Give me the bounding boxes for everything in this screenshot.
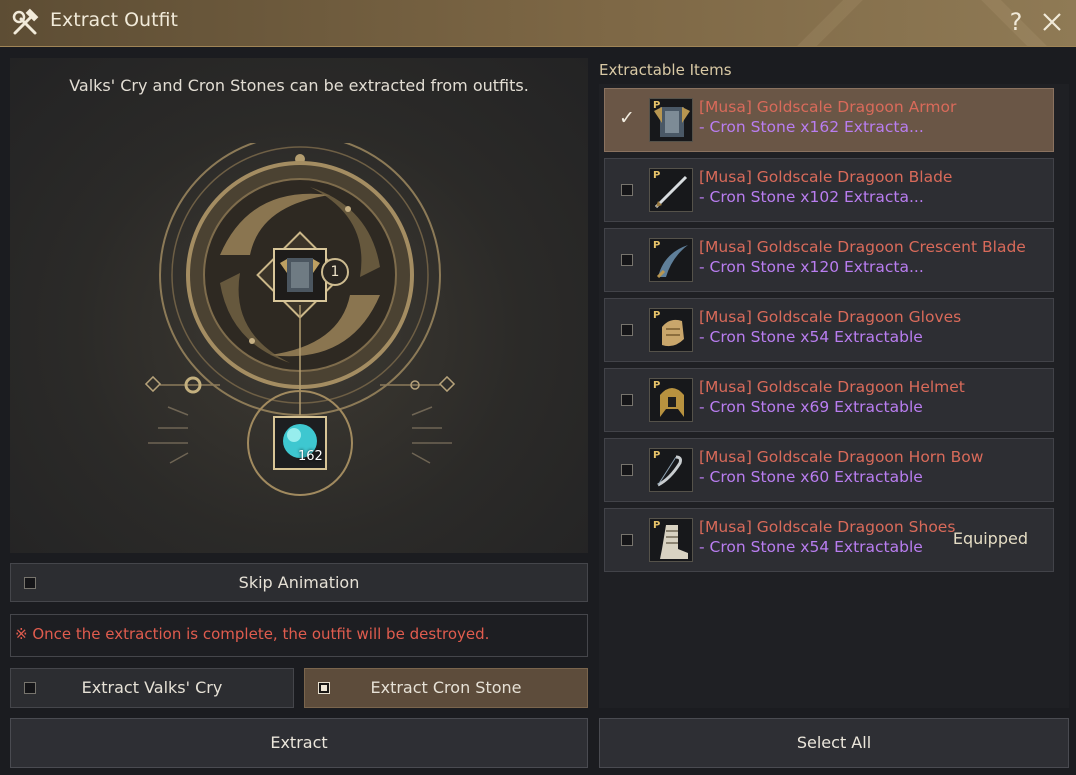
grade-badge: P [653, 380, 661, 391]
intro-text: Valks' Cry and Cron Stones can be extrac… [69, 76, 529, 95]
title-bar: Extract Outfit ? [0, 0, 1076, 47]
outfit-count-badge: 1 [321, 258, 349, 286]
extract-valks-cry-label: Extract Valks' Cry [81, 678, 223, 697]
item-checkbox[interactable] [621, 324, 633, 336]
list-item[interactable]: P [Musa] Goldscale Dragoon Crescent Blad… [604, 228, 1054, 292]
extract-button[interactable]: Extract [10, 718, 588, 768]
item-name: [Musa] Goldscale Dragoon Horn Bow [699, 448, 984, 466]
item-checkbox[interactable] [621, 254, 633, 266]
warning-box: ※ Once the extraction is complete, the o… [10, 614, 588, 657]
extractable-items-list: ✓ P [Musa] Goldscale Dragoon Armor - Cro… [599, 84, 1069, 708]
item-extract-info: - Cron Stone x162 Extracta... [699, 118, 924, 136]
item-extract-info: - Cron Stone x54 Extractable [699, 538, 923, 556]
item-name: [Musa] Goldscale Dragoon Crescent Blade [699, 238, 1026, 256]
item-checkbox[interactable] [621, 184, 633, 196]
extract-cron-stone-label: Extract Cron Stone [370, 678, 522, 697]
help-button[interactable]: ? [1002, 6, 1030, 38]
item-checkbox[interactable] [621, 534, 633, 546]
list-item[interactable]: P [Musa] Goldscale Dragoon Blade - Cron … [604, 158, 1054, 222]
list-item[interactable]: ✓ P [Musa] Goldscale Dragoon Armor - Cro… [604, 88, 1054, 152]
item-extract-info: - Cron Stone x60 Extractable [699, 468, 923, 486]
grade-badge: P [653, 310, 661, 321]
helmet-icon: P [649, 378, 693, 422]
skip-animation-toggle[interactable]: Skip Animation [10, 563, 588, 602]
item-checkbox[interactable] [621, 464, 633, 476]
skip-animation-label: Skip Animation [238, 573, 360, 592]
item-extract-info: - Cron Stone x102 Extracta... [699, 188, 924, 206]
blade-icon: P [649, 168, 693, 212]
close-icon[interactable] [1040, 10, 1064, 34]
select-all-button[interactable]: Select All [599, 718, 1069, 768]
item-checkbox[interactable] [621, 394, 633, 406]
item-name: [Musa] Goldscale Dragoon Blade [699, 168, 953, 186]
item-extract-info: - Cron Stone x120 Extracta... [699, 258, 924, 276]
warning-text: ※ Once the extraction is complete, the o… [15, 625, 490, 643]
extract-valks-cry-option[interactable]: Extract Valks' Cry [10, 668, 294, 708]
armor-icon: P [649, 98, 693, 142]
list-item[interactable]: P [Musa] Goldscale Dragoon Horn Bow - Cr… [604, 438, 1054, 502]
grade-badge: P [653, 100, 661, 111]
shoes-icon: P [649, 518, 693, 562]
item-name: [Musa] Goldscale Dragoon Gloves [699, 308, 962, 326]
extraction-preview-panel: Valks' Cry and Cron Stones can be extrac… [10, 58, 588, 553]
extract-cron-stone-option[interactable]: Extract Cron Stone [304, 668, 588, 708]
grade-badge: P [653, 240, 661, 251]
list-item[interactable]: P [Musa] Goldscale Dragoon Gloves - Cron… [604, 298, 1054, 362]
item-extract-info: - Cron Stone x69 Extractable [699, 398, 923, 416]
window-title: Extract Outfit [50, 9, 178, 31]
item-name: [Musa] Goldscale Dragoon Shoes [699, 518, 956, 536]
item-name: [Musa] Goldscale Dragoon Armor [699, 98, 957, 116]
gloves-icon: P [649, 308, 693, 352]
item-name: [Musa] Goldscale Dragoon Helmet [699, 378, 965, 396]
hammer-wrench-icon [12, 8, 39, 35]
grade-badge: P [653, 170, 661, 181]
check-icon[interactable]: ✓ [619, 107, 635, 129]
crescent-blade-icon: P [649, 238, 693, 282]
extractable-items-header: Extractable Items [599, 61, 732, 79]
horn-bow-icon: P [649, 448, 693, 492]
equipped-label: Equipped [952, 529, 1028, 548]
cron-stone-count: 162 [298, 449, 323, 464]
grade-badge: P [653, 450, 661, 461]
item-extract-info: - Cron Stone x54 Extractable [699, 328, 923, 346]
grade-badge: P [653, 520, 661, 531]
list-item[interactable]: P [Musa] Goldscale Dragoon Shoes - Cron … [604, 508, 1054, 572]
list-item[interactable]: P [Musa] Goldscale Dragoon Helmet - Cron… [604, 368, 1054, 432]
